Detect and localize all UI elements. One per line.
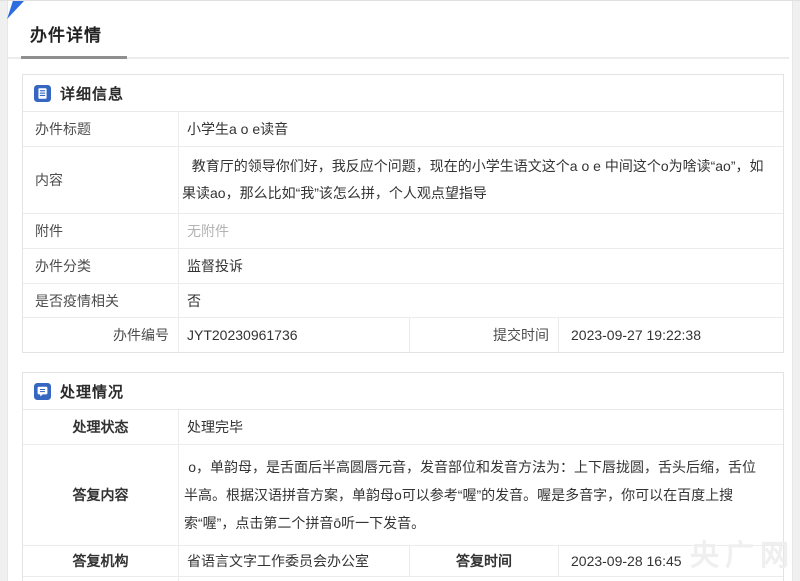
row-label-reply-time: 答复时间 (409, 546, 559, 576)
row-value: JYT20230961736 (179, 318, 409, 352)
table-row-agency-time: 答复机构 省语言文字工作委员会办公室 答复时间 2023-09-28 16:45 (23, 546, 783, 577)
right-gutter (792, 1, 800, 581)
detail-info-card: 详细信息 办件标题 小学生a o e读音 内容 教育厅的领导你们好，我反应个问题… (22, 74, 784, 353)
corner-ribbon-icon (6, 1, 24, 19)
row-value: 无附件 (179, 214, 783, 248)
table-row-title: 办件标题 小学生a o e读音 (23, 112, 783, 147)
table-row-epidemic: 是否疫情相关 否 (23, 284, 783, 318)
row-label: 附件 (23, 214, 179, 248)
document-icon (34, 85, 51, 102)
table-row-reply: 答复内容 o，单韵母，是舌面后半高圆唇元音，发音部位和发音方法为：上下唇拢圆，舌… (23, 445, 783, 546)
row-value: 处理完毕 (179, 410, 783, 444)
left-gutter (0, 1, 8, 581)
row-value-reply-time: 2023-09-28 16:45 (559, 546, 783, 576)
row-label: 是否疫情相关 (23, 284, 179, 317)
row-value: 教育厅的领导你们好，我反应个问题，现在的小学生语文这个a o e 中间这个o为啥… (179, 147, 783, 213)
process-card-title: 处理情况 (60, 381, 124, 402)
table-row-attachment: 附 件 无附件 (23, 577, 783, 581)
detail-card-header: 详细信息 (23, 75, 783, 112)
process-card-header: 处理情况 (23, 373, 783, 410)
row-value-submit-time: 2023-09-27 19:22:38 (559, 318, 783, 352)
reply-icon (34, 383, 51, 400)
title-underline (8, 56, 792, 59)
row-label: 答复机构 (23, 546, 179, 576)
row-value: 监督投诉 (179, 249, 783, 283)
row-label: 办件标题 (23, 112, 179, 146)
table-row-number-time: 办件编号 JYT20230961736 提交时间 2023-09-27 19:2… (23, 318, 783, 352)
row-value: 否 (179, 284, 783, 317)
row-value: 无附件 (179, 577, 783, 581)
row-label: 内容 (23, 147, 179, 213)
row-value: o，单韵母，是舌面后半高圆唇元音，发音部位和发音方法为：上下唇拢圆，舌头后缩，舌… (179, 445, 783, 545)
row-label: 办件分类 (23, 249, 179, 283)
table-row-status: 处理状态 处理完毕 (23, 410, 783, 445)
table-row-content: 内容 教育厅的领导你们好，我反应个问题，现在的小学生语文这个a o e 中间这个… (23, 147, 783, 214)
row-label-submit-time: 提交时间 (409, 318, 559, 352)
process-card: 处理情况 处理状态 处理完毕 答复内容 o，单韵母，是舌面后半高圆唇元音，发音部… (22, 372, 784, 581)
table-row-attachment: 附件 无附件 (23, 214, 783, 249)
row-value: 省语言文字工作委员会办公室 (179, 546, 409, 576)
row-label: 答复内容 (23, 445, 179, 545)
row-label: 办件编号 (23, 318, 179, 352)
row-value: 小学生a o e读音 (179, 112, 783, 146)
row-label: 附 件 (23, 577, 179, 581)
page-title: 办件详情 (30, 21, 800, 46)
detail-page: 办件详情 详细信息 办件标题 小学生a o e读音 (0, 0, 800, 581)
table-row-category: 办件分类 监督投诉 (23, 249, 783, 284)
row-label: 处理状态 (23, 410, 179, 444)
detail-card-title: 详细信息 (60, 83, 124, 104)
